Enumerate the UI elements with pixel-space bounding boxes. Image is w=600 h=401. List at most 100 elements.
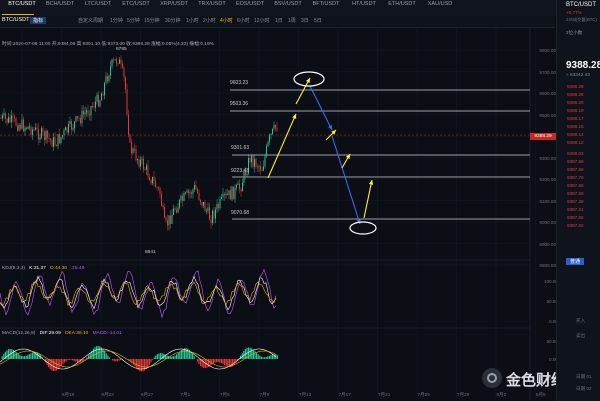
candle-body [153,176,155,181]
macd-bar [196,359,198,362]
rp-side-2[interactable]: 卖出 [576,333,585,339]
candle-body [269,135,270,142]
candle-body [125,77,126,90]
candle-body [8,117,9,123]
bid-row[interactable]: 9387.66 [567,183,584,188]
bid-row[interactable]: 9387.21 [567,207,584,212]
blue-arrow-down-2-head [356,219,361,224]
macd-bar [262,357,264,359]
bid-row[interactable]: 9387.58 [567,191,584,196]
candle-body [56,145,57,147]
macd-bar [104,351,106,359]
bid-row[interactable]: 9387.88 [567,167,584,172]
candle-body [0,118,2,119]
macd-bar [156,354,158,359]
timeframe-10[interactable]: 1周 [288,17,296,24]
toolbar-pair-title[interactable]: BTC/USDT [2,17,30,23]
date-axis-label: 7月29 [457,392,470,397]
bid-row[interactable]: 9387.05 [567,215,584,220]
pair-tab-bft-usdt[interactable]: BFT/USDT [306,1,346,17]
macd-bar [25,355,27,359]
macd-bar [22,356,24,359]
ask-row[interactable]: 9388.16 [567,124,584,129]
pair-tab-bch-usdt[interactable]: BCH/USDT [40,1,80,17]
candle-body [212,210,213,224]
bid-row[interactable]: 9387.00 [567,223,584,228]
ask-row[interactable]: 9388.20 [567,100,584,105]
candle-body [71,121,72,130]
indicators-button[interactable]: 指标 [30,17,47,24]
custom-period-button[interactable]: 自定义周期 [78,17,103,24]
bottom-target-circle [349,221,377,235]
macd-bar [249,347,251,359]
ask-row[interactable]: 9388.17 [567,116,584,121]
bid-row[interactable]: 9387.98 [567,159,584,164]
candle-body [123,67,125,78]
chart-area[interactable] [0,28,556,400]
pair-tab-bsv-usdt[interactable]: BSV/USDT [268,1,308,17]
candle-body [185,192,186,194]
macd-bar [224,359,226,365]
timeframe-9[interactable]: 1日 [275,17,283,24]
pair-tab-xrp-usdt[interactable]: XRP/USDT [154,1,194,17]
bid-row[interactable]: 9388.03 [567,151,584,156]
price-axis-label: 9000.00 [539,220,556,225]
macd-bar [259,355,261,359]
pair-tab-etc-usdt[interactable]: ETC/USDT [116,1,156,17]
candle-body [194,185,195,190]
candle-body [53,137,54,147]
candle-body [215,209,216,219]
timeframe-2[interactable]: 15分钟 [144,17,160,24]
macd-bar [112,359,114,361]
bid-row[interactable]: 9387.79 [567,175,584,180]
candle-body [9,117,11,123]
pair-tab-trx-usdt[interactable]: TRX/USDT [192,1,232,17]
macd-bar [248,347,250,359]
candle-body [98,94,99,107]
pair-tab-eos-usdt[interactable]: EOS/USDT [230,1,270,17]
candle-body [131,142,132,154]
ask-row[interactable]: 9388.12 [567,140,584,145]
timeframe-8[interactable]: 12小时 [254,17,270,24]
timeframe-4[interactable]: 1小时 [186,17,199,24]
timeframe-11[interactable]: 3日 [301,17,309,24]
candle-body [224,193,225,196]
timeframe-5[interactable]: 2小时 [203,17,216,24]
ask-row[interactable]: 9388.29 [567,84,584,89]
candle-body [143,158,144,170]
rp-tab[interactable]: 普通 [566,258,585,265]
macd-bar [51,359,53,371]
macd-bar [20,355,22,359]
macd-bar [72,359,74,361]
level-label-3: 9301.63 [231,145,250,151]
pair-tab-eth-usdt[interactable]: ETH/USDT [382,1,422,17]
ask-row[interactable]: 9388.19 [567,108,584,113]
candle-body [158,187,159,189]
timeframe-12[interactable]: 5日 [314,17,322,24]
candle-body [134,148,135,150]
candle-body [138,159,140,167]
timeframe-1[interactable]: 5分钟 [127,17,140,24]
candle-body [2,115,3,119]
pair-tab-ht-usdt[interactable]: HT/USDT [344,1,384,17]
timeframe-0[interactable]: 1分钟 [110,17,123,24]
timeframe-7[interactable]: 6小时 [237,17,250,24]
candle-body [210,219,212,224]
bid-row[interactable]: 9387.39 [567,199,584,204]
pair-tab-ltc-usdt[interactable]: LTC/USDT [78,1,118,17]
candle-body [179,199,180,208]
rp-depth[interactable]: 2位小数 [566,30,582,36]
ask-row[interactable]: 9388.14 [567,132,584,137]
macd-bar [212,359,214,364]
blue-arrow-down-1 [309,85,333,131]
candle-body [18,124,20,131]
timeframe-6[interactable]: 4小时 [220,17,233,24]
timeframe-3[interactable]: 30分钟 [165,17,181,24]
candle-body [260,166,261,171]
candle-body [267,141,269,147]
rp-side-1[interactable]: 买入 [576,318,585,324]
candle-body [230,190,231,200]
pair-tab-xau-usd[interactable]: XAU/USD [420,1,460,17]
ask-row[interactable]: 9388.26 [567,92,584,97]
candle-body [275,124,276,128]
